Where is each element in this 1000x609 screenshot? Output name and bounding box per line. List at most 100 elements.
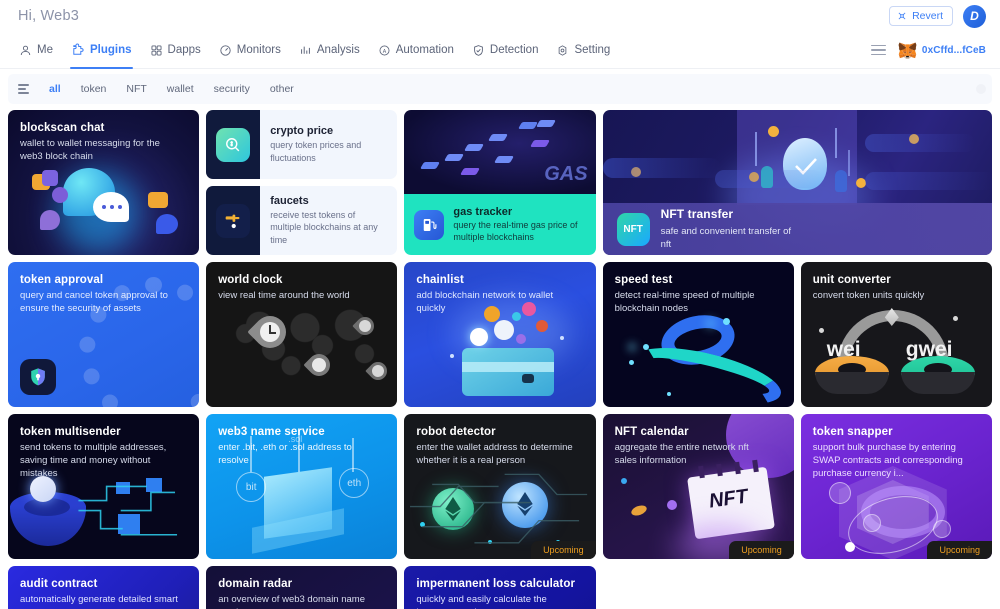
revert-label: Revert bbox=[912, 10, 943, 22]
gas-tracker-body: gas tracker query the real-time gas pric… bbox=[404, 194, 596, 255]
filter-chip-all[interactable]: all bbox=[40, 80, 70, 98]
unit-converter-right-label: gwei bbox=[905, 338, 953, 361]
main-nav: Me Plugins Dapps Monitors Analysis A Aut… bbox=[0, 32, 1000, 69]
status-badge-upcoming: Upcoming bbox=[927, 541, 992, 559]
plugin-card-nft-transfer[interactable]: NFT NFT transfer safe and convenient tra… bbox=[602, 110, 992, 255]
nav-label: Monitors bbox=[236, 44, 281, 56]
plugin-card-chainlist[interactable]: chainlist add blockchain network to wall… bbox=[404, 262, 596, 407]
gear-icon bbox=[556, 44, 569, 57]
plugin-card-desc: convert token units quickly bbox=[812, 290, 925, 301]
filter-bar-end-marker bbox=[976, 84, 986, 94]
plugin-card-title: web3 name service bbox=[218, 426, 325, 438]
plugin-card-desc: query and cancel token approval to ensur… bbox=[20, 290, 168, 314]
nav-item-detection[interactable]: Detection bbox=[463, 32, 548, 69]
filter-list-icon[interactable] bbox=[18, 84, 29, 94]
unit-converter-left-label: wei bbox=[826, 338, 861, 361]
plugin-card-desc: enter the wallet address to determine wh… bbox=[416, 442, 573, 466]
plugin-card-title: NFT calendar bbox=[614, 426, 689, 438]
nav-label: Plugins bbox=[89, 44, 132, 56]
faucet-icon bbox=[216, 203, 251, 238]
plugin-card-stack: crypto price query token prices and fluc… bbox=[206, 110, 398, 255]
plugin-card-token-snapper[interactable]: token snapper support bulk purchase by e… bbox=[800, 414, 992, 559]
plugin-card-text: NFT calendar aggregate the entire networ… bbox=[603, 414, 794, 468]
gauge-icon bbox=[219, 44, 232, 57]
plugin-card-text: world clock view real time around the wo… bbox=[206, 262, 397, 303]
filter-chip-nft[interactable]: NFT bbox=[117, 80, 155, 98]
plugin-card-desc: support bulk purchase by entering SWAP c… bbox=[812, 442, 963, 479]
nft-shield-icon: NFT bbox=[616, 212, 650, 246]
crypto-price-icon bbox=[216, 127, 251, 162]
plugin-card-title: audit contract bbox=[20, 578, 98, 590]
plugin-card-title: token approval bbox=[20, 274, 104, 286]
hamburger-menu-icon[interactable] bbox=[870, 44, 886, 56]
plugin-card-nft-calendar[interactable]: NFT NFT calendar aggregate the entire ne… bbox=[602, 414, 794, 559]
plugin-card-desc: quickly and easily calculate the imperma… bbox=[416, 594, 547, 609]
nav-item-automation[interactable]: A Automation bbox=[369, 32, 463, 69]
plugin-card-domain-radar[interactable]: domain radar an overview of web3 domain … bbox=[206, 566, 398, 609]
plugin-card-desc: view real time around the world bbox=[218, 290, 350, 301]
plugin-card-faucets[interactable]: faucets receive test tokens of multiple … bbox=[206, 186, 398, 255]
nav-right-group: 0xCffd...fCeB bbox=[870, 41, 986, 59]
plugin-card-desc: receive test tokens of multiple blockcha… bbox=[270, 210, 378, 245]
plugin-icon-wrap bbox=[206, 186, 261, 255]
plugin-card-world-clock[interactable]: world clock view real time around the wo… bbox=[206, 262, 398, 407]
plugin-card-desc: wallet to wallet messaging for the web3 … bbox=[20, 138, 160, 162]
top-bar-actions: Revert D bbox=[889, 4, 986, 28]
gas-art-label: GAS bbox=[544, 163, 588, 185]
plugin-card-desc: aggregate the entire network nft sales i… bbox=[614, 442, 749, 466]
plugin-card-token-multisender[interactable]: token multisender send tokens to multipl… bbox=[8, 414, 200, 559]
plugin-card-unit-converter[interactable]: wei gwei unit converter convert token un… bbox=[800, 262, 992, 407]
nav-label: Dapps bbox=[167, 44, 201, 56]
filter-chip-other[interactable]: other bbox=[261, 80, 303, 98]
plugin-card-crypto-price[interactable]: crypto price query token prices and fluc… bbox=[206, 110, 398, 179]
puzzle-icon bbox=[71, 43, 85, 57]
revert-button[interactable]: Revert bbox=[889, 6, 953, 26]
wallet-chip[interactable]: 0xCffd...fCeB bbox=[898, 41, 986, 59]
wallet-address-label: 0xCffd...fCeB bbox=[921, 44, 986, 56]
plugin-card-title: NFT transfer bbox=[660, 206, 734, 221]
plugin-card-text: chainlist add blockchain network to wall… bbox=[404, 262, 595, 316]
plugin-card-title: speed test bbox=[614, 274, 673, 286]
plugin-card-token-approval[interactable]: token approval query and cancel token ap… bbox=[8, 262, 200, 407]
greeting-text: Hi, Web3 bbox=[18, 8, 79, 24]
plugin-card-speed-test[interactable]: speed test detect real-time speed of mul… bbox=[602, 262, 794, 407]
plugin-card-title: robot detector bbox=[416, 426, 496, 438]
plugin-card-robot-detector[interactable]: robot detector enter the wallet address … bbox=[404, 414, 596, 559]
nav-item-analysis[interactable]: Analysis bbox=[290, 32, 369, 69]
nav-item-dapps[interactable]: Dapps bbox=[141, 32, 210, 69]
plugin-card-text: robot detector enter the wallet address … bbox=[404, 414, 595, 468]
plugin-card-desc: automatically generate detailed smart co… bbox=[20, 594, 178, 609]
nav-item-monitors[interactable]: Monitors bbox=[210, 32, 290, 69]
plugin-card-text: NFT transfer safe and convenient transfe… bbox=[661, 207, 805, 252]
plugin-card-text: crypto price query token prices and fluc… bbox=[270, 125, 387, 163]
dapp-logo-icon[interactable]: D bbox=[963, 4, 986, 28]
revert-icon bbox=[897, 11, 907, 21]
gas-pump-icon bbox=[414, 209, 445, 240]
plugin-card-audit-contract[interactable]: audit contract automatically generate de… bbox=[8, 566, 200, 609]
filter-chip-security[interactable]: security bbox=[205, 80, 259, 98]
plugin-card-desc: query the real-time gas price of multipl… bbox=[453, 219, 578, 242]
plugin-card-gas-tracker[interactable]: GAS gas tracker query the real-time gas … bbox=[404, 110, 596, 255]
filter-chip-wallet[interactable]: wallet bbox=[158, 80, 203, 98]
nav-item-plugins[interactable]: Plugins bbox=[62, 32, 141, 69]
nft-transfer-body: NFT NFT transfer safe and convenient tra… bbox=[602, 203, 992, 255]
plugin-card-desc: an overview of web3 domain name services bbox=[218, 594, 365, 609]
plugin-card-desc: enter .bit, .eth or .sol address to reso… bbox=[218, 442, 352, 466]
plugin-card-desc: send tokens to multiple addresses, savin… bbox=[20, 442, 167, 479]
nav-item-setting[interactable]: Setting bbox=[547, 32, 619, 69]
plugin-card-impermanent-loss-calculator[interactable]: impermanent loss calculator quickly and … bbox=[404, 566, 596, 609]
plugin-card-title: token multisender bbox=[20, 426, 121, 438]
web3-art-right-label: eth bbox=[339, 468, 370, 498]
plugin-card-desc: add blockchain network to wallet quickly bbox=[416, 290, 554, 314]
plugin-card-text: unit converter convert token units quick… bbox=[801, 262, 992, 303]
filter-bar: all token NFT wallet security other bbox=[8, 74, 992, 104]
filter-chip-token[interactable]: token bbox=[72, 80, 116, 98]
plugin-card-web3-name-service[interactable]: bit eth .sol web3 name service enter .bi… bbox=[206, 414, 398, 559]
plugin-card-blockscan-chat[interactable]: blockscan chat wallet to wallet messagin… bbox=[8, 110, 200, 255]
nav-item-me[interactable]: Me bbox=[10, 32, 62, 69]
web3-art-left-label: bit bbox=[236, 472, 267, 502]
plugin-card-text: faucets receive test tokens of multiple … bbox=[270, 195, 387, 245]
plugin-card-text: token multisender send tokens to multipl… bbox=[8, 414, 199, 480]
status-badge-upcoming: Upcoming bbox=[531, 541, 596, 559]
plugin-card-text: gas tracker query the real-time gas pric… bbox=[453, 206, 585, 243]
